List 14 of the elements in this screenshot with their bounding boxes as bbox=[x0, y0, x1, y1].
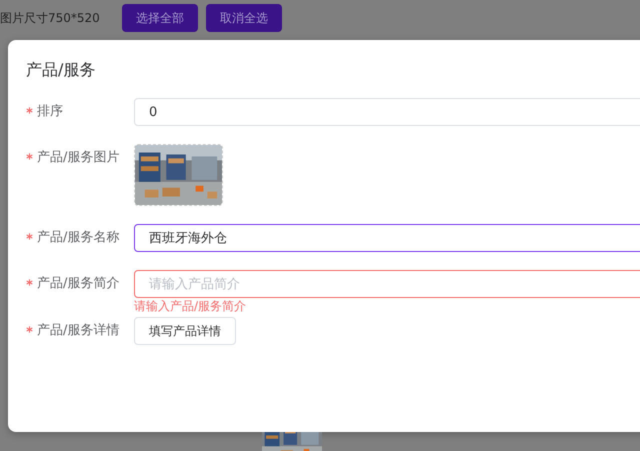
field-label: 产品/服务名称 bbox=[37, 229, 120, 247]
text-field[interactable]: 西班牙海外仓 bbox=[134, 224, 640, 252]
field-label: 产品/服务图片 bbox=[37, 149, 120, 167]
field-label: 产品/服务简介 bbox=[37, 275, 120, 293]
select-all-button[interactable]: 选择全部 bbox=[122, 4, 198, 32]
field-label: 产品/服务详情 bbox=[37, 322, 120, 340]
image-size-note: 图片尺寸750*520 bbox=[0, 10, 100, 26]
dialog-title: 产品/服务 bbox=[26, 59, 96, 81]
text-field[interactable]: 请输入产品简介 bbox=[134, 270, 640, 298]
text-field[interactable]: 0 bbox=[134, 98, 640, 126]
fill-details-button[interactable]: 填写产品详情 bbox=[134, 317, 236, 345]
field-label: 排序 bbox=[37, 103, 63, 121]
deselect-all-button[interactable]: 取消全选 bbox=[206, 4, 282, 32]
error-message: 请输入产品/服务简介 bbox=[134, 299, 248, 313]
